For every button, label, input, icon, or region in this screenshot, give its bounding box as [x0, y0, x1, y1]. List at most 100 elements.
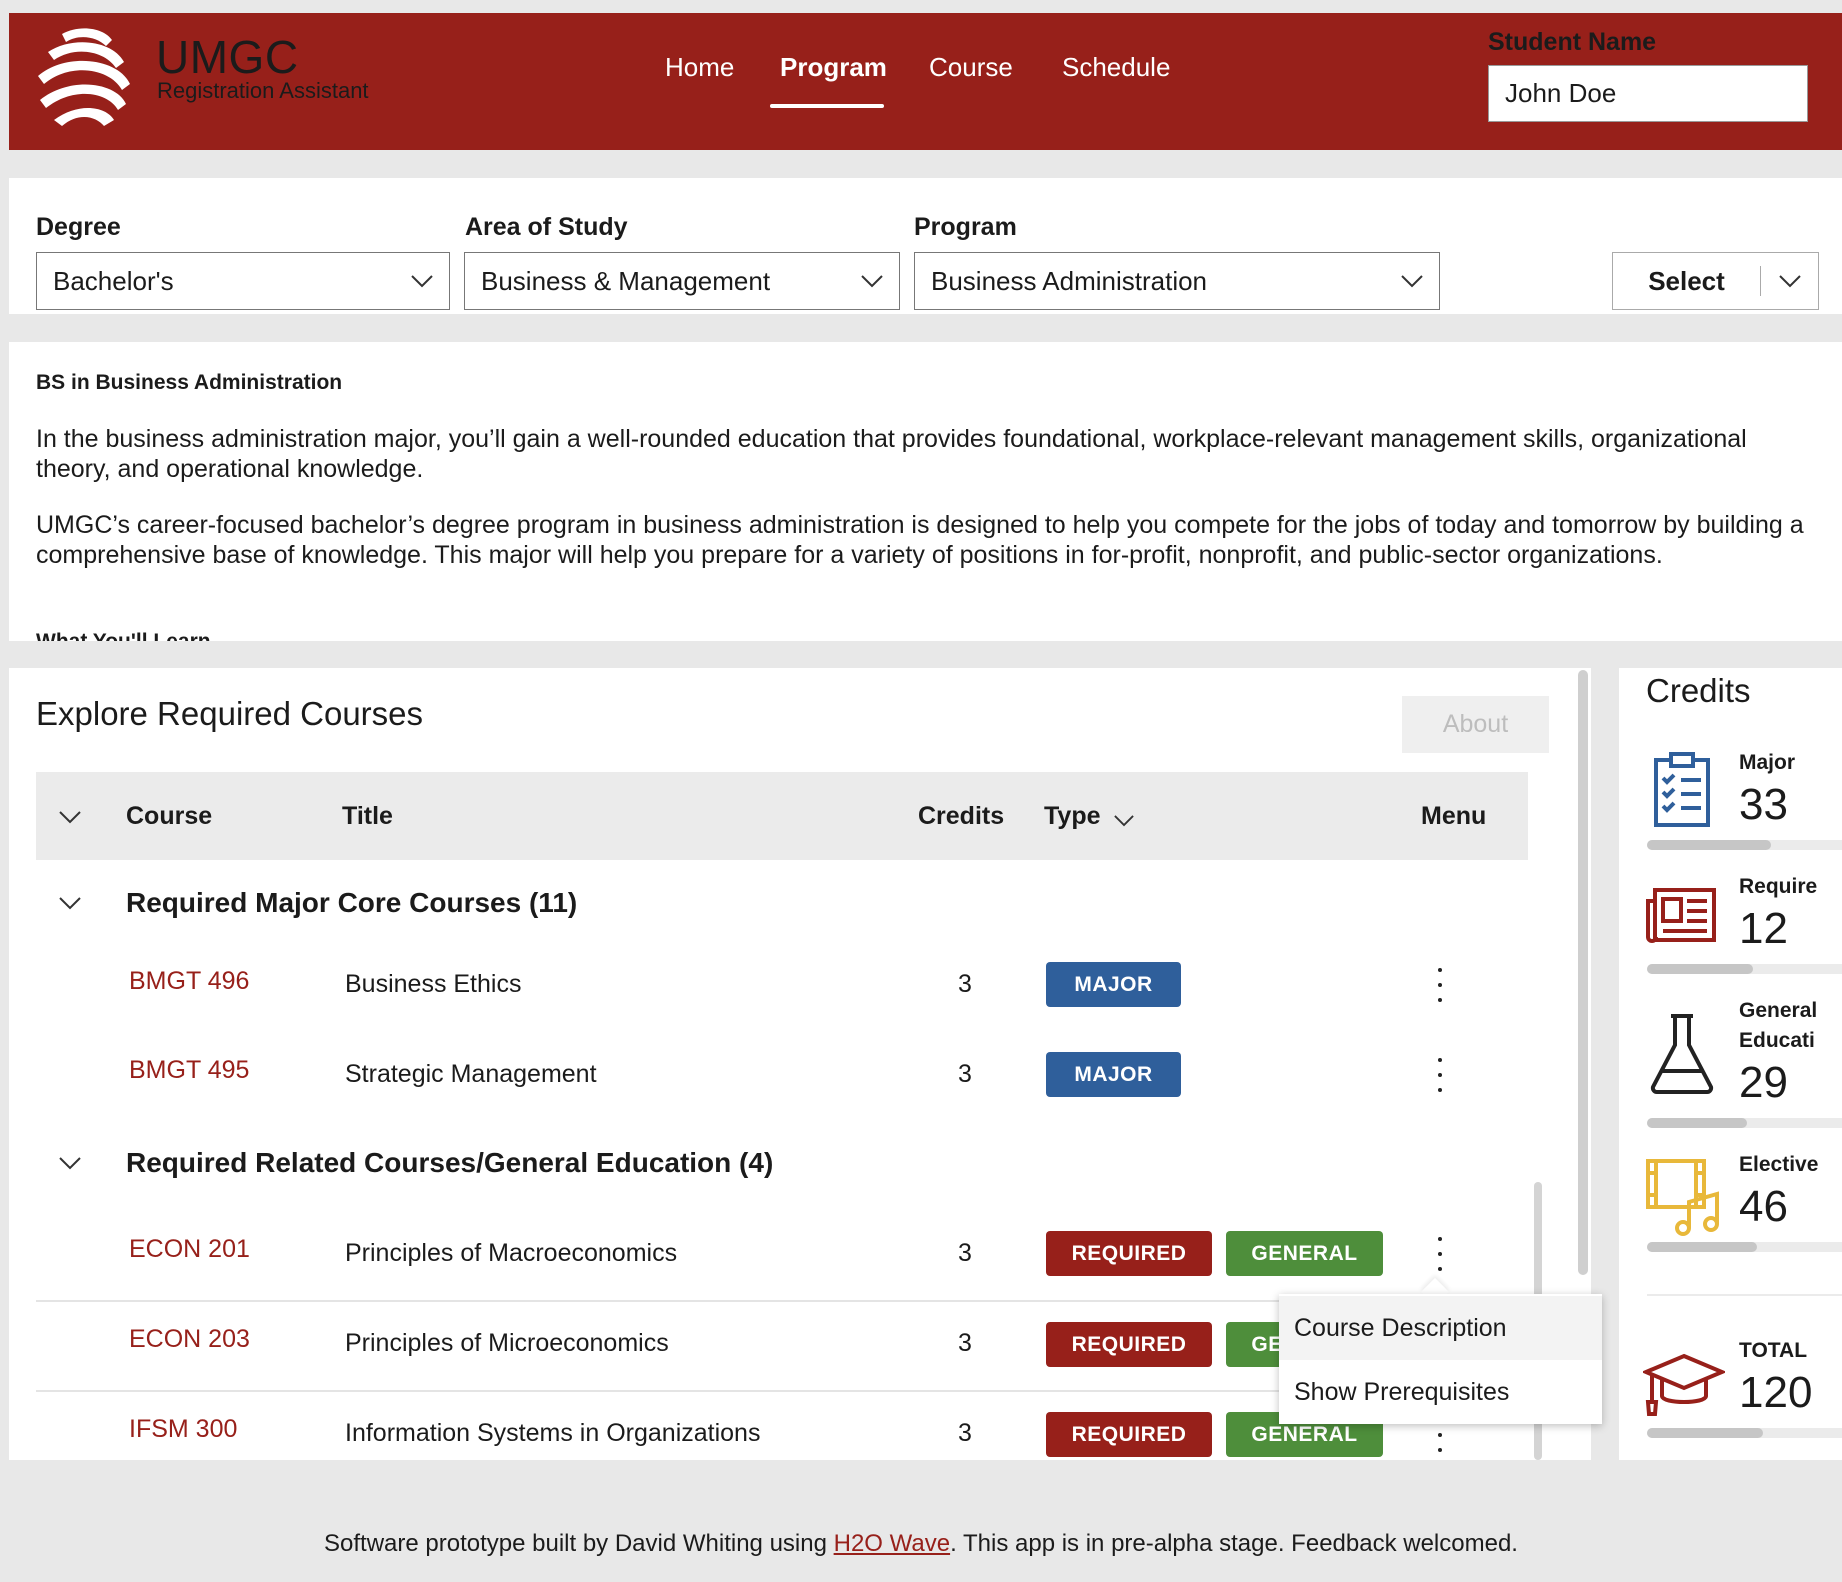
degree-label: Degree [36, 213, 121, 241]
credit-bar-required [1647, 964, 1842, 974]
type-badge-required: REQUIRED [1046, 1322, 1212, 1367]
chevron-down-icon [1778, 275, 1801, 288]
program-dropdown[interactable]: Business Administration [914, 252, 1440, 310]
student-name-input[interactable] [1488, 65, 1808, 122]
h2o-wave-link[interactable]: H2O Wave [834, 1530, 950, 1557]
course-title: Information Systems in Organizations [345, 1419, 761, 1447]
umgc-logo-icon [38, 28, 130, 126]
row-menu-kebab-icon[interactable] [1435, 1058, 1445, 1092]
area-dropdown[interactable]: Business & Management [464, 252, 900, 310]
credits-card: Credits Major 33 Require 12 General Educ… [1619, 668, 1842, 1460]
type-badge-major: MAJOR [1046, 962, 1181, 1007]
course-credits: 3 [958, 1239, 972, 1267]
row-context-menu: Course Description Show Prerequisites [1279, 1294, 1602, 1424]
course-title: Strategic Management [345, 1060, 597, 1088]
course-credits: 3 [958, 1419, 972, 1447]
credits-divider [1647, 1294, 1842, 1296]
group-header-major-core: Required Major Core Courses (11) [126, 887, 578, 918]
description-title: BS in Business Administration [36, 371, 343, 394]
credit-label-general-education: General Educati [1739, 999, 1818, 1052]
course-code[interactable]: BMGT 495 [129, 1056, 249, 1085]
credit-bar-fill-elective [1647, 1242, 1757, 1252]
media-music-icon [1646, 1159, 1719, 1236]
column-type[interactable]: Type [1044, 802, 1101, 831]
menu-item-show-prerequisites[interactable]: Show Prerequisites [1279, 1360, 1602, 1424]
area-label: Area of Study [465, 213, 628, 241]
course-code[interactable]: IFSM 300 [129, 1415, 237, 1444]
description-paragraph-1: In the business administration major, yo… [36, 425, 1747, 483]
course-title: Principles of Macroeconomics [345, 1239, 678, 1267]
program-label: Program [914, 213, 1017, 241]
brand-title: UMGC [156, 31, 299, 83]
course-credits: 3 [958, 1329, 972, 1357]
credit-bar-fill-major [1647, 840, 1771, 850]
type-badge-major: MAJOR [1046, 1052, 1181, 1097]
credit-bar-fill-required [1647, 964, 1753, 974]
type-badge-required: REQUIRED [1046, 1412, 1212, 1457]
chevron-down-icon [1401, 275, 1423, 288]
menu-item-course-description[interactable]: Course Description [1279, 1296, 1602, 1360]
select-button[interactable]: Select [1612, 252, 1819, 310]
credit-label-elective: Elective [1739, 1153, 1819, 1176]
course-code[interactable]: ECON 201 [129, 1235, 250, 1264]
type-badge-general: GENERAL [1226, 1231, 1383, 1276]
description-paragraph-2: UMGC’s career-focused bachelor’s degree … [36, 511, 1804, 569]
row-menu-kebab-icon[interactable] [1435, 968, 1445, 1002]
nav-active-indicator [770, 104, 884, 108]
footer-text-before: Software prototype built by David Whitin… [324, 1530, 834, 1557]
graduation-cap-icon [1643, 1353, 1725, 1416]
credit-label-total: TOTAL [1739, 1339, 1808, 1362]
course-credits: 3 [958, 970, 972, 998]
credit-value-required: 12 [1739, 904, 1788, 953]
column-menu: Menu [1421, 802, 1487, 830]
column-title[interactable]: Title [342, 802, 393, 831]
brand-subtitle: Registration Assistant [157, 78, 369, 103]
course-credits: 3 [958, 1060, 972, 1088]
chevron-down-icon [411, 275, 433, 288]
clipboard-checklist-icon [1654, 752, 1710, 827]
credit-bar-total [1647, 1428, 1842, 1438]
degree-dropdown[interactable]: Bachelor's [36, 252, 450, 310]
credit-value-elective: 46 [1739, 1182, 1788, 1231]
credit-bar-fill-total [1647, 1428, 1763, 1438]
group-header-related-general: Required Related Courses/General Educati… [126, 1147, 774, 1178]
area-value: Business & Management [481, 265, 771, 296]
credit-value-general-education: 29 [1739, 1058, 1788, 1107]
credit-bar-elective [1647, 1242, 1842, 1252]
group-collapse-chevron-icon[interactable] [59, 1156, 81, 1170]
about-button[interactable]: About [1402, 696, 1549, 753]
column-course[interactable]: Course [126, 802, 212, 831]
credit-value-total: 120 [1739, 1368, 1813, 1417]
row-menu-kebab-icon[interactable] [1435, 1237, 1445, 1271]
credit-bar-general-education [1647, 1118, 1842, 1128]
nav-schedule[interactable]: Schedule [1062, 52, 1170, 83]
degree-value: Bachelor's [53, 265, 174, 296]
credit-bar-major [1647, 840, 1842, 850]
credits-title: Credits [1646, 672, 1751, 709]
flask-icon [1650, 1014, 1714, 1094]
courses-card-scrollbar[interactable] [1578, 670, 1588, 1275]
nav-course[interactable]: Course [929, 52, 1013, 83]
chevron-down-icon [861, 275, 883, 288]
group-collapse-chevron-icon[interactable] [59, 896, 81, 910]
description-next-heading: What You'll Learn [36, 628, 211, 641]
footer-text-after: . This app is in pre-alpha stage. Feedba… [950, 1530, 1518, 1557]
course-title: Principles of Microeconomics [345, 1329, 669, 1357]
program-value: Business Administration [931, 265, 1208, 296]
newspaper-icon [1646, 888, 1716, 943]
course-title: Business Ethics [345, 970, 522, 998]
footer: Software prototype built by David Whitin… [0, 1530, 1842, 1558]
course-code[interactable]: BMGT 496 [129, 967, 249, 996]
courses-title: Explore Required Courses [36, 695, 424, 732]
nav-home[interactable]: Home [665, 52, 734, 83]
type-badge-required: REQUIRED [1046, 1231, 1212, 1276]
student-name-label: Student Name [1488, 28, 1657, 56]
credit-label-required: Require [1739, 875, 1818, 898]
nav-program[interactable]: Program [780, 52, 887, 83]
credit-label-major: Major [1739, 751, 1796, 774]
select-dropdown-toggle[interactable] [1761, 274, 1818, 288]
course-code[interactable]: ECON 203 [129, 1325, 250, 1354]
type-filter-chevron-icon[interactable] [1114, 814, 1134, 827]
collapse-all-chevron-icon[interactable] [59, 810, 81, 824]
column-credits[interactable]: Credits [918, 802, 1004, 831]
